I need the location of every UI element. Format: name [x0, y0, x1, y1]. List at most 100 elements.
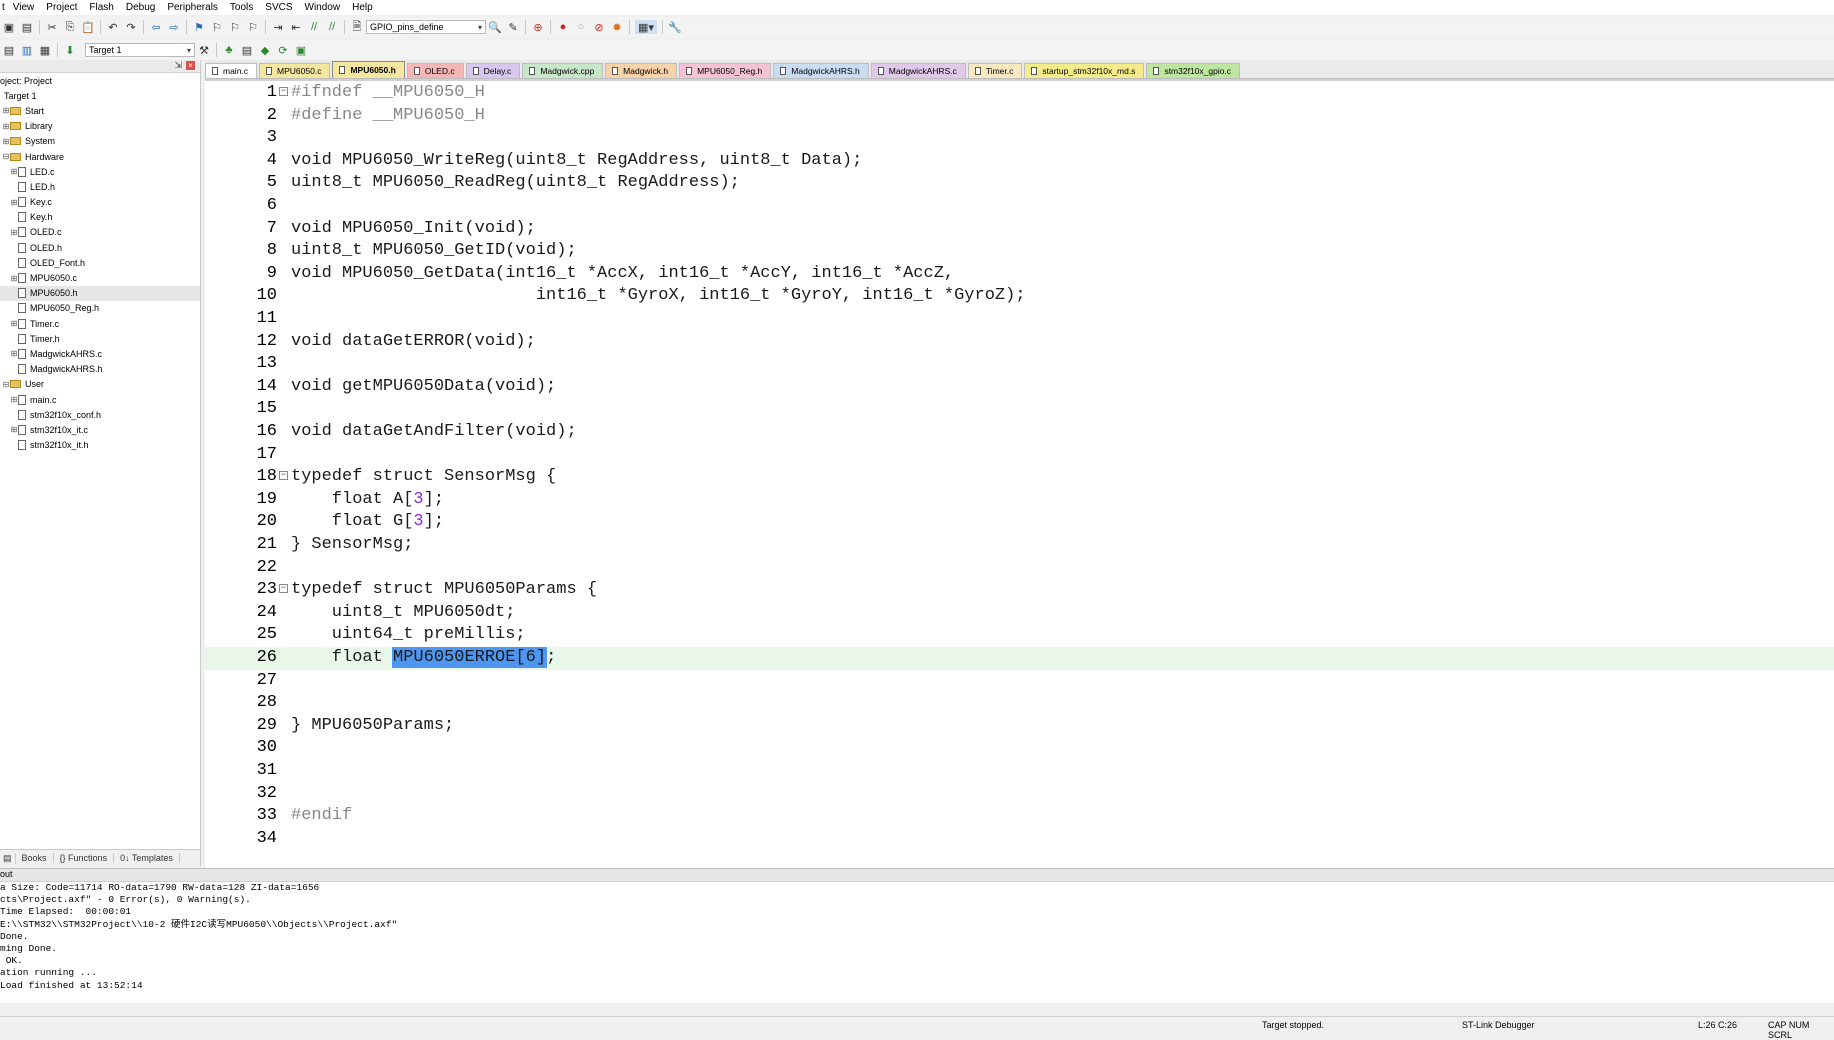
tree-item[interactable]: MadgwickAHRS.h — [0, 362, 200, 377]
undo-icon[interactable]: ↶ — [106, 20, 120, 34]
menu-item-debug[interactable]: Debug — [120, 2, 161, 13]
redo-icon[interactable]: ↷ — [124, 20, 138, 34]
code-line[interactable]: 2 #define __MPU6050_H — [205, 105, 1834, 128]
code-line[interactable]: 28 — [205, 692, 1834, 715]
expand-icon[interactable]: ⊞ — [10, 425, 18, 434]
configure-icon[interactable]: 🔧 — [668, 20, 682, 34]
editor-tab[interactable]: MPU6050.c — [259, 63, 331, 78]
tree-item[interactable]: Key.h — [0, 210, 200, 225]
editor-tab[interactable]: MPU6050_Reg.h — [679, 63, 772, 78]
pin-icon[interactable]: ⇲ — [174, 60, 182, 71]
code-line[interactable]: 3 — [205, 127, 1834, 150]
code-line[interactable]: 11 — [205, 308, 1834, 331]
select-packs-icon[interactable]: ⟳ — [276, 43, 290, 57]
close-icon[interactable]: × — [186, 61, 195, 70]
menu-item-window[interactable]: Window — [299, 2, 347, 13]
paste-icon[interactable]: 📋 — [81, 20, 95, 34]
nav-back-icon[interactable]: ⇦ — [149, 20, 163, 34]
code-line[interactable]: 6 — [205, 195, 1834, 218]
expand-icon[interactable]: ⊞ — [10, 319, 18, 328]
editor-tab[interactable]: MadgwickAHRS.c — [870, 63, 966, 78]
tree-item[interactable]: MPU6050_Reg.h — [0, 301, 200, 316]
breakpoint-kill-all-icon[interactable]: ✹ — [610, 20, 624, 34]
code-line[interactable]: 4 void MPU6050_WriteReg(uint8_t RegAddres… — [205, 150, 1834, 173]
editor-tab[interactable]: Timer.c — [967, 63, 1023, 78]
code-line[interactable]: 25 uint64_t preMillis; — [205, 624, 1834, 647]
code-line[interactable]: 24 uint8_t MPU6050dt; — [205, 602, 1834, 625]
fold-icon[interactable]: − — [279, 87, 288, 96]
code-line[interactable]: 21} SensorMsg; — [205, 534, 1834, 557]
tree-item[interactable]: OLED.h — [0, 240, 200, 255]
code-line[interactable]: 30 — [205, 737, 1834, 760]
code-line[interactable]: 22 — [205, 557, 1834, 580]
editor-tab[interactable]: Madgwick.h — [605, 63, 678, 78]
define-combo[interactable]: GPIO_pins_define ▾ — [366, 20, 486, 34]
code-line[interactable]: 10 int16_t *GyroX, int16_t *GyroY, int16… — [205, 285, 1834, 308]
tab-project[interactable]: ▤ — [0, 852, 16, 864]
menu-item-svcs[interactable]: SVCS — [259, 2, 298, 13]
run-time-env-icon[interactable]: ▣ — [294, 43, 308, 57]
code-line[interactable]: 9 void MPU6050_GetData(int16_t *AccX, int… — [205, 263, 1834, 286]
pack-installer-icon[interactable]: ◆ — [258, 43, 272, 57]
code-line[interactable]: 1− #ifndef __MPU6050_H — [205, 82, 1834, 105]
project-root[interactable]: oject: Project — [0, 73, 200, 88]
expand-icon[interactable]: ⊞ — [10, 198, 18, 207]
fold-icon[interactable]: − — [279, 584, 288, 594]
editor-tab[interactable]: Madgwick.cpp — [522, 63, 604, 78]
bookmark-icon[interactable]: ⚑ — [192, 20, 206, 34]
code-line[interactable]: 16 void dataGetAndFilter(void); — [205, 421, 1834, 444]
menu-item-project[interactable]: Project — [40, 2, 83, 13]
expand-icon[interactable]: ⊞ — [10, 274, 18, 283]
code-line[interactable]: 29} MPU6050Params; — [205, 715, 1834, 738]
find-icon[interactable]: 🔍 — [488, 20, 502, 34]
collapse-icon[interactable]: ⊟ — [2, 152, 10, 161]
bookmark-next-icon[interactable]: ⚐ — [228, 20, 242, 34]
tree-item[interactable]: stm32f10x_it.h — [0, 438, 200, 453]
bookmark-clear-icon[interactable]: ⚐ — [246, 20, 260, 34]
editor-tab[interactable]: stm32f10x_gpio.c — [1146, 63, 1241, 78]
editor-tab[interactable]: main.c — [205, 63, 258, 78]
expand-icon[interactable]: ⊞ — [10, 167, 18, 176]
find-in-files-icon[interactable]: 🗎 — [350, 20, 364, 34]
tree-item[interactable]: stm32f10x_conf.h — [0, 407, 200, 422]
expand-icon[interactable]: ⊞ — [10, 395, 18, 404]
menu-item-help[interactable]: Help — [346, 2, 379, 13]
tree-item[interactable]: ⊞ LED.c — [0, 164, 200, 179]
code-line[interactable]: 20 float G[3]; — [205, 511, 1834, 534]
menu-item-tools[interactable]: Tools — [224, 2, 259, 13]
tree-item[interactable]: ⊞ MPU6050.c — [0, 270, 200, 285]
tree-item[interactable]: ⊞ System — [0, 134, 200, 149]
menu-item-view[interactable]: View — [7, 2, 41, 13]
breakpoint-kill-icon[interactable]: ⊘ — [592, 20, 606, 34]
code-line[interactable]: 15 — [205, 398, 1834, 421]
code-line[interactable]: 13 — [205, 353, 1834, 376]
tree-item[interactable]: ⊞ main.c — [0, 392, 200, 407]
expand-icon[interactable]: ⊞ — [10, 349, 18, 358]
target-options-icon[interactable]: ⚒ — [197, 43, 211, 57]
debug-session-icon[interactable]: ⊕ — [531, 20, 545, 34]
save-icon[interactable]: ▣ — [2, 20, 16, 34]
copy-icon[interactable]: ⎘ — [63, 20, 77, 34]
panel-tab[interactable]: 0↓ Templates — [114, 853, 180, 863]
code-line[interactable]: 23− typedef struct MPU6050Params { — [205, 579, 1834, 602]
tree-item[interactable]: OLED_Font.h — [0, 255, 200, 270]
editor-tab[interactable]: OLED.c — [406, 63, 464, 78]
code-line[interactable]: 32 — [205, 783, 1834, 806]
breakpoint-icon[interactable]: ● — [556, 20, 570, 34]
expand-icon[interactable]: ⊞ — [2, 137, 10, 146]
code-line[interactable]: 19 float A[3]; — [205, 489, 1834, 512]
code-line[interactable]: 18− typedef struct SensorMsg { — [205, 466, 1834, 489]
window-layout-icon[interactable]: ▦▾ — [635, 20, 657, 34]
nav-forward-icon[interactable]: ⇨ — [167, 20, 181, 34]
tree-item[interactable]: ⊞ Start — [0, 103, 200, 118]
tree-item[interactable]: ⊞ Timer.c — [0, 316, 200, 331]
code-line[interactable]: 8 uint8_t MPU6050_GetID(void); — [205, 240, 1834, 263]
tree-item[interactable]: ⊞ OLED.c — [0, 225, 200, 240]
incremental-find-icon[interactable]: ✎ — [506, 20, 520, 34]
code-line[interactable]: 27 — [205, 670, 1834, 693]
menu-item-flash[interactable]: Flash — [83, 2, 119, 13]
panel-tab[interactable]: Books — [16, 853, 54, 863]
manage-project-icon[interactable]: ♣ — [222, 43, 236, 57]
tree-item[interactable]: LED.h — [0, 179, 200, 194]
expand-icon[interactable]: ⊞ — [10, 228, 18, 237]
